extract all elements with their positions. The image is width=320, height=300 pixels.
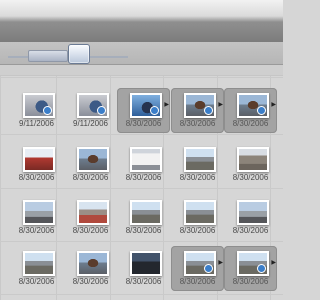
photo-thumbnail[interactable] [130, 200, 162, 225]
grid-divider [0, 77, 283, 78]
event-badge-icon [204, 264, 213, 273]
event-badge-icon [150, 106, 159, 115]
photo-date: 8/30/2006 [179, 119, 216, 128]
photo-date: 9/11/2006 [73, 119, 108, 128]
photo-date: 8/30/2006 [18, 173, 55, 182]
photo-date: 8/30/2006 [232, 119, 269, 128]
photo-item[interactable]: ▶ 8/30/2006 [171, 88, 224, 133]
photo-date: 8/30/2006 [232, 173, 269, 182]
photo-item[interactable]: ▶ 8/30/2006 [224, 88, 277, 133]
grid-divider [0, 294, 283, 295]
photo-thumbnail[interactable] [77, 93, 109, 118]
photo-item[interactable]: 8/30/2006 [224, 142, 277, 187]
photo-date: 8/30/2006 [125, 119, 162, 128]
photo-item[interactable]: 8/30/2006 [10, 246, 63, 291]
photo-thumbnail[interactable] [77, 147, 109, 172]
photo-date: 8/30/2006 [18, 226, 55, 235]
photo-thumbnail[interactable] [130, 147, 162, 172]
expand-arrow-icon[interactable]: ▶ [271, 101, 276, 108]
expand-arrow-icon[interactable]: ▶ [164, 101, 169, 108]
zoom-bar [0, 42, 283, 65]
grid-divider [0, 188, 283, 189]
photo-thumbnail[interactable] [184, 200, 216, 225]
event-badge-icon [97, 106, 106, 115]
photo-thumbnail[interactable] [237, 93, 269, 118]
photo-thumbnail[interactable] [184, 251, 216, 276]
photo-item[interactable]: 9/11/2006 [10, 88, 63, 133]
event-header-strip [0, 65, 283, 76]
photo-date: 8/30/2006 [232, 277, 269, 286]
photo-item[interactable]: 8/30/2006 [64, 142, 117, 187]
photo-date: 8/30/2006 [179, 226, 216, 235]
photo-thumbnail[interactable] [184, 147, 216, 172]
photo-item[interactable]: 8/30/2006 [224, 195, 277, 240]
photo-thumbnail[interactable] [130, 251, 162, 276]
expand-arrow-icon[interactable]: ▶ [218, 259, 223, 266]
photo-item[interactable]: 8/30/2006 [10, 142, 63, 187]
grid-divider [0, 241, 283, 242]
expand-arrow-icon[interactable]: ▶ [218, 101, 223, 108]
photo-thumbnail[interactable] [237, 147, 269, 172]
photo-thumbnail[interactable] [184, 93, 216, 118]
event-badge-icon [204, 106, 213, 115]
event-badge-icon [257, 264, 266, 273]
photo-item[interactable]: 9/11/2006 [64, 88, 117, 133]
grid-divider [0, 134, 283, 135]
event-badge-icon [257, 106, 266, 115]
photo-date: 8/30/2006 [179, 277, 216, 286]
photo-grid: 9/11/2006 9/11/2006 ▶ 8/30/2006 ▶ 8/30/2006 ▶ 8… [0, 76, 283, 300]
event-badge-icon [43, 106, 52, 115]
photo-thumbnail[interactable] [23, 251, 55, 276]
photo-item[interactable]: 8/30/2006 [117, 195, 170, 240]
photo-thumbnail[interactable] [23, 147, 55, 172]
photo-item[interactable]: ▶ 8/30/2006 [171, 246, 224, 291]
photo-item[interactable]: 8/30/2006 [171, 142, 224, 187]
photo-thumbnail[interactable] [237, 251, 269, 276]
photo-item[interactable]: 8/30/2006 [10, 195, 63, 240]
photo-date: 8/30/2006 [125, 277, 162, 286]
photo-item[interactable]: 8/30/2006 [117, 246, 170, 291]
photo-item[interactable]: ▶ 8/30/2006 [117, 88, 170, 133]
photo-date: 9/11/2006 [19, 119, 54, 128]
photo-date: 8/30/2006 [18, 277, 55, 286]
photo-thumbnail[interactable] [237, 200, 269, 225]
toolbar [0, 0, 283, 42]
photo-item[interactable]: 8/30/2006 [64, 195, 117, 240]
photo-item[interactable]: 8/30/2006 [117, 142, 170, 187]
zoom-slider-thumb[interactable] [68, 44, 90, 64]
photo-date: 8/30/2006 [179, 173, 216, 182]
photo-thumbnail[interactable] [77, 251, 109, 276]
photo-thumbnail[interactable] [130, 93, 162, 118]
photo-item[interactable]: 8/30/2006 [64, 246, 117, 291]
photo-item[interactable]: 8/30/2006 [171, 195, 224, 240]
zoom-range-indicator [28, 50, 68, 62]
photo-date: 8/30/2006 [72, 277, 109, 286]
photo-date: 8/30/2006 [72, 226, 109, 235]
photo-date: 8/30/2006 [72, 173, 109, 182]
photo-item[interactable]: ▶ 8/30/2006 [224, 246, 277, 291]
photo-thumbnail[interactable] [23, 200, 55, 225]
photo-date: 8/30/2006 [125, 226, 162, 235]
expand-arrow-icon[interactable]: ▶ [271, 259, 276, 266]
photo-thumbnail[interactable] [23, 93, 55, 118]
photo-date: 8/30/2006 [125, 173, 162, 182]
photo-date: 8/30/2006 [232, 226, 269, 235]
photo-thumbnail[interactable] [77, 200, 109, 225]
